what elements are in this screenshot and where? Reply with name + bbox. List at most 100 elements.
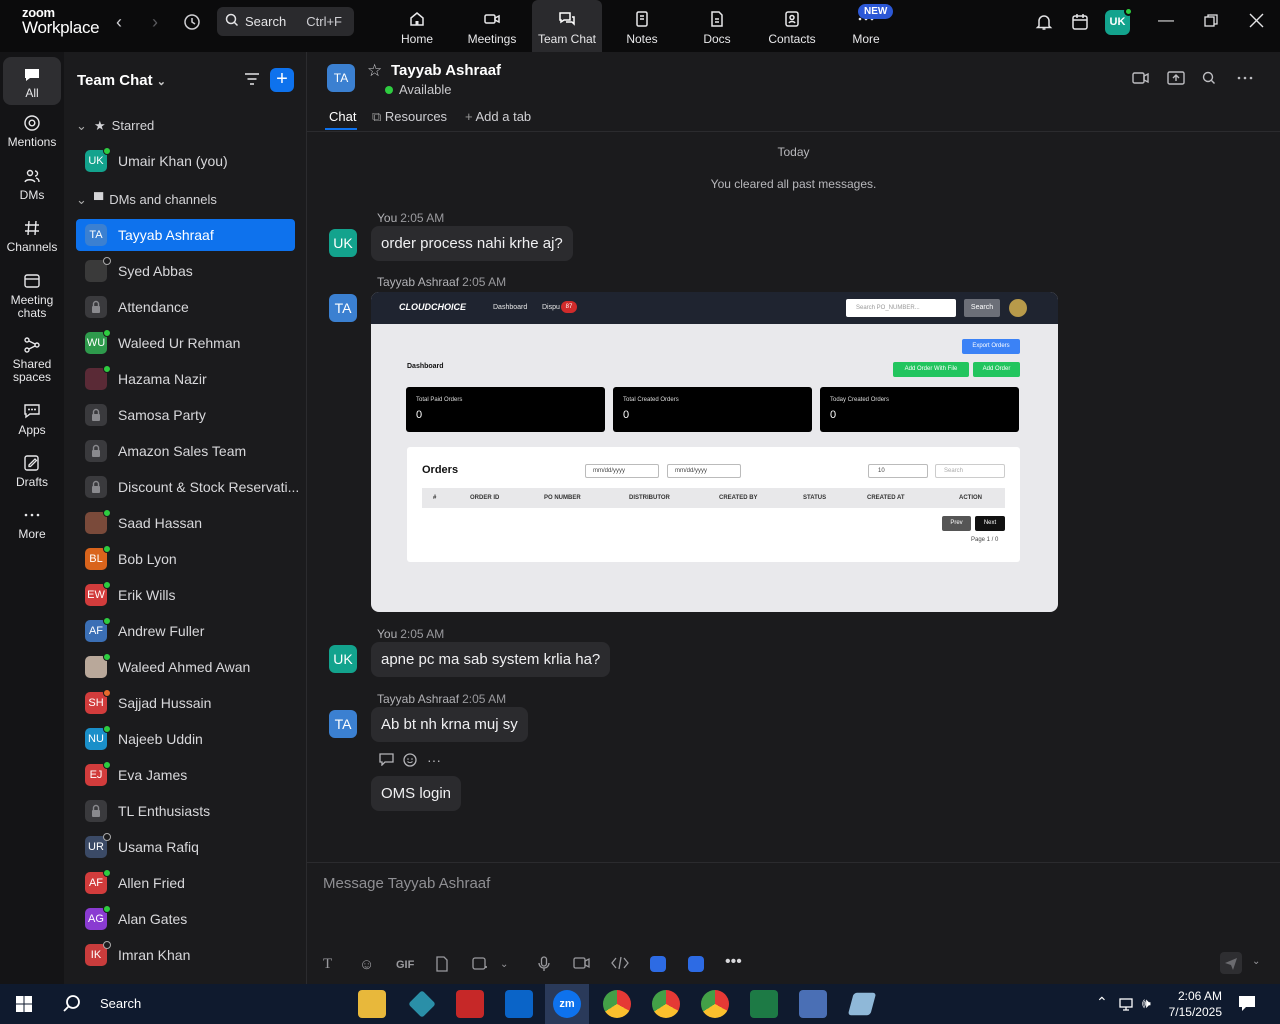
contact-name[interactable]: Tayyab Ashraaf	[391, 62, 501, 79]
video-message-icon[interactable]	[573, 956, 591, 973]
send-icon[interactable]	[1220, 952, 1242, 974]
sidebar-contact-umair-khan-you[interactable]: UK Umair Khan (you)	[76, 145, 295, 177]
sender-avatar[interactable]: UK	[329, 229, 357, 257]
message-bubble[interactable]: Ab bt nh krna muj sy	[371, 707, 528, 742]
reply-icon[interactable]	[379, 753, 394, 771]
shared-screenshot-image[interactable]: CLOUDCHOICE Dashboard Dispu 87 Search PO…	[371, 292, 1058, 612]
code-icon[interactable]	[611, 956, 629, 973]
rail-meeting-chats[interactable]: Meeting chats	[3, 272, 61, 320]
rail-shared-spaces[interactable]: Shared spaces	[3, 336, 61, 384]
message-composer[interactable]: Message Tayyab Ashraaf T ☺ GIF ⌄ ••• ⌄	[307, 862, 1280, 984]
calendar-icon[interactable]	[1071, 13, 1089, 36]
sidebar-contact-tl-enthusiasts[interactable]: TL Enthusiasts	[76, 795, 295, 827]
chrome-icon[interactable]	[603, 990, 631, 1018]
excel-icon[interactable]	[750, 990, 778, 1018]
sidebar-contact-amazon-sales-team[interactable]: Amazon Sales Team	[76, 435, 295, 467]
message-bubble[interactable]: apne pc ma sab system krlia ha?	[371, 642, 611, 677]
sidebar-contact-waleed-ahmed-awan[interactable]: Waleed Ahmed Awan	[76, 651, 295, 683]
section-starred[interactable]: ⌄ ★ Starred	[76, 118, 154, 134]
rail-channels[interactable]: Channels	[3, 219, 61, 254]
sidebar-contact-discount-stock-reservati[interactable]: Discount & Stock Reservati...	[76, 471, 299, 503]
notification-center-icon[interactable]	[1238, 995, 1256, 1017]
message-more-icon[interactable]: ···	[427, 752, 441, 768]
new-chat-button[interactable]: +	[270, 68, 294, 92]
app-icon[interactable]	[847, 992, 877, 1016]
rail-mentions[interactable]: Mentions	[3, 114, 61, 149]
sidebar-contact-syed-abbas[interactable]: Syed Abbas	[76, 255, 295, 287]
volume-icon[interactable]: 🕪	[1142, 995, 1151, 1012]
microphone-icon[interactable]	[538, 956, 550, 975]
chevron-down-icon[interactable]: ⌄	[1252, 956, 1260, 967]
outlook-icon[interactable]	[505, 990, 533, 1018]
sidebar-contact-bob-lyon[interactable]: BL Bob Lyon	[76, 543, 295, 575]
back-arrow-icon[interactable]: ‹	[116, 12, 122, 33]
sidebar-contact-usama-rafiq[interactable]: UR Usama Rafiq	[76, 831, 295, 863]
search-icon[interactable]	[62, 994, 82, 1019]
zoom-app-icon[interactable]	[650, 956, 666, 972]
emoji-reaction-icon[interactable]	[403, 752, 418, 772]
app-icon[interactable]	[408, 990, 436, 1018]
system-clock[interactable]: 2:06 AM 7/15/2025	[1160, 988, 1222, 1020]
emoji-icon[interactable]: ☺	[359, 956, 374, 973]
chrome-icon[interactable]	[701, 990, 729, 1018]
calculator-icon[interactable]	[799, 990, 827, 1018]
share-screen-icon[interactable]	[1167, 71, 1185, 90]
zoom-app2-icon[interactable]	[688, 956, 704, 972]
filter-icon[interactable]	[244, 72, 260, 91]
contact-avatar[interactable]: TA	[327, 64, 355, 92]
sidebar-title[interactable]: Team Chat ⌄	[77, 72, 166, 89]
sidebar-contact-saad-hassan[interactable]: Saad Hassan	[76, 507, 295, 539]
sidebar-contact-imran-khan[interactable]: IK Imran Khan	[76, 939, 295, 971]
restore-icon[interactable]	[1204, 14, 1218, 33]
nav-docs[interactable]: Docs	[692, 0, 742, 52]
windows-start-icon[interactable]	[16, 996, 32, 1017]
history-icon[interactable]	[183, 13, 201, 36]
zoom-taskbar-active[interactable]: zm	[545, 984, 589, 1024]
rail-drafts[interactable]: Drafts	[3, 454, 61, 489]
nav-notes[interactable]: Notes	[617, 0, 667, 52]
message-bubble[interactable]: OMS login	[371, 776, 462, 811]
minimize-icon[interactable]: —	[1158, 12, 1174, 30]
sidebar-contact-hazama-nazir[interactable]: Hazama Nazir	[76, 363, 295, 395]
forward-arrow-icon[interactable]: ›	[152, 12, 158, 33]
search-box[interactable]: Search Ctrl+F	[217, 7, 354, 36]
user-avatar[interactable]: UK	[1105, 7, 1133, 35]
chevron-up-icon[interactable]: ⌃	[1096, 994, 1108, 1011]
more-options-icon[interactable]	[1237, 71, 1253, 90]
close-icon[interactable]	[1249, 13, 1264, 33]
sender-avatar[interactable]: TA	[329, 294, 357, 322]
search-icon[interactable]	[1202, 71, 1216, 90]
zoom-workplace-logo[interactable]: zoom Workplace	[22, 6, 100, 36]
sidebar-contact-erik-wills[interactable]: EW Erik Wills	[76, 579, 295, 611]
message-bubble[interactable]: order process nahi krhe aj?	[371, 226, 573, 261]
sidebar-contact-najeeb-uddin[interactable]: NU Najeeb Uddin	[76, 723, 295, 755]
tab-resources[interactable]: ⧉ Resources	[372, 109, 447, 125]
sidebar-contact-attendance[interactable]: Attendance	[76, 291, 295, 323]
screenshot-icon[interactable]	[472, 956, 488, 975]
tab-chat[interactable]: Chat	[329, 109, 356, 124]
composer-more-icon[interactable]: •••	[725, 953, 742, 971]
sidebar-contact-alan-gates[interactable]: AG Alan Gates	[76, 903, 295, 935]
sidebar-contact-samosa-party[interactable]: Samosa Party	[76, 399, 295, 431]
nav-meetings[interactable]: Meetings	[462, 0, 522, 52]
network-icon[interactable]	[1118, 996, 1134, 1017]
sidebar-contact-sajjad-hussain[interactable]: SH Sajjad Hussain	[76, 687, 295, 719]
file-icon[interactable]	[435, 956, 449, 975]
file-explorer-icon[interactable]	[358, 990, 386, 1018]
taskbar-search-label[interactable]: Search	[100, 996, 141, 1011]
sidebar-contact-eva-james[interactable]: EJ Eva James	[76, 759, 295, 791]
sidebar-contact-tayyab-ashraaf[interactable]: TA Tayyab Ashraaf	[76, 219, 295, 251]
text-format-icon[interactable]: T	[323, 956, 332, 973]
sender-avatar[interactable]: UK	[329, 645, 357, 673]
sidebar-contact-waleed-ur-rehman[interactable]: WU Waleed Ur Rehman	[76, 327, 295, 359]
sender-avatar[interactable]: TA	[329, 710, 357, 738]
chevron-down-icon[interactable]: ⌄	[500, 959, 508, 970]
video-call-icon[interactable]	[1132, 71, 1150, 90]
message-input[interactable]: Message Tayyab Ashraaf	[323, 875, 490, 892]
gif-icon[interactable]: GIF	[396, 959, 414, 971]
nav-home[interactable]: Home	[392, 0, 442, 52]
filezilla-icon[interactable]	[456, 990, 484, 1018]
sidebar-contact-andrew-fuller[interactable]: AF Andrew Fuller	[76, 615, 295, 647]
rail-apps[interactable]: Apps	[3, 402, 61, 437]
section-dms-channels[interactable]: ⌄ ▀ DMs and channels	[76, 192, 217, 208]
